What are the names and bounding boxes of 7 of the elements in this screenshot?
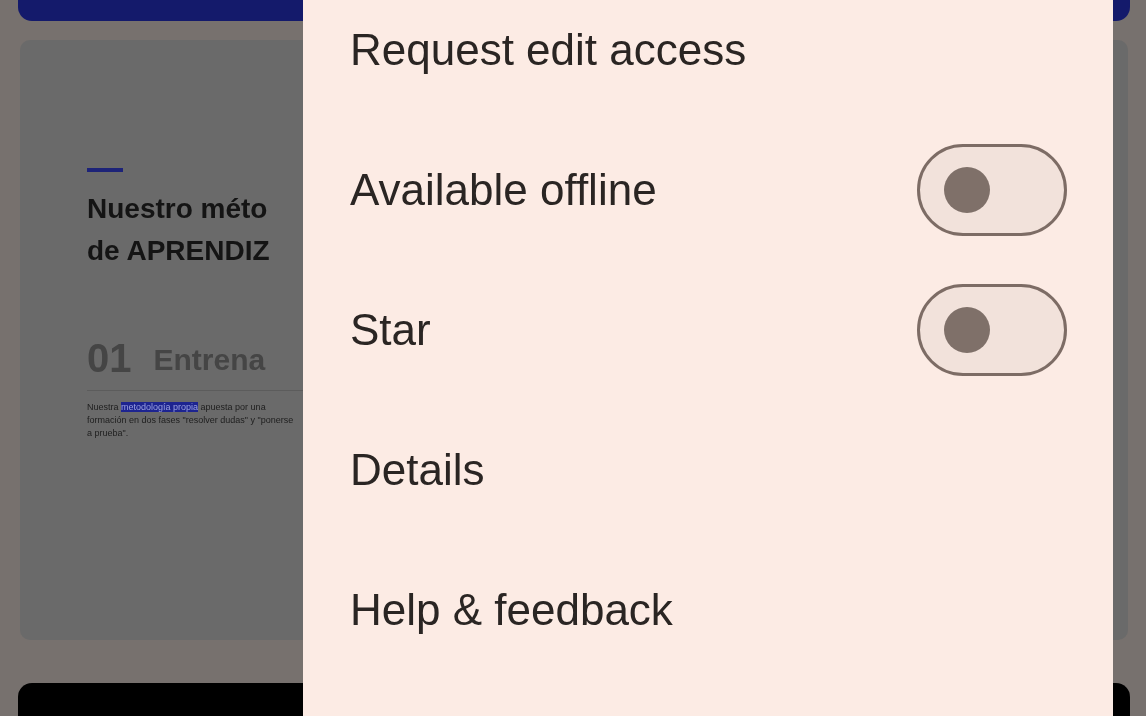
menu-item[interactable]: Star <box>350 304 431 356</box>
section-heading: Nuestro méto de APRENDIZ <box>87 192 271 268</box>
menu-item[interactable]: Request edit access <box>350 24 747 76</box>
menu-item[interactable]: Available offline <box>350 164 657 216</box>
menu-item[interactable]: Details <box>350 444 485 496</box>
body-text: Nuestra metodología propia apuesta por una formación en dos fases "resolver dudas" y "ponerse a prueba". <box>87 401 295 440</box>
menu-item[interactable]: Help & feedback <box>350 584 673 636</box>
